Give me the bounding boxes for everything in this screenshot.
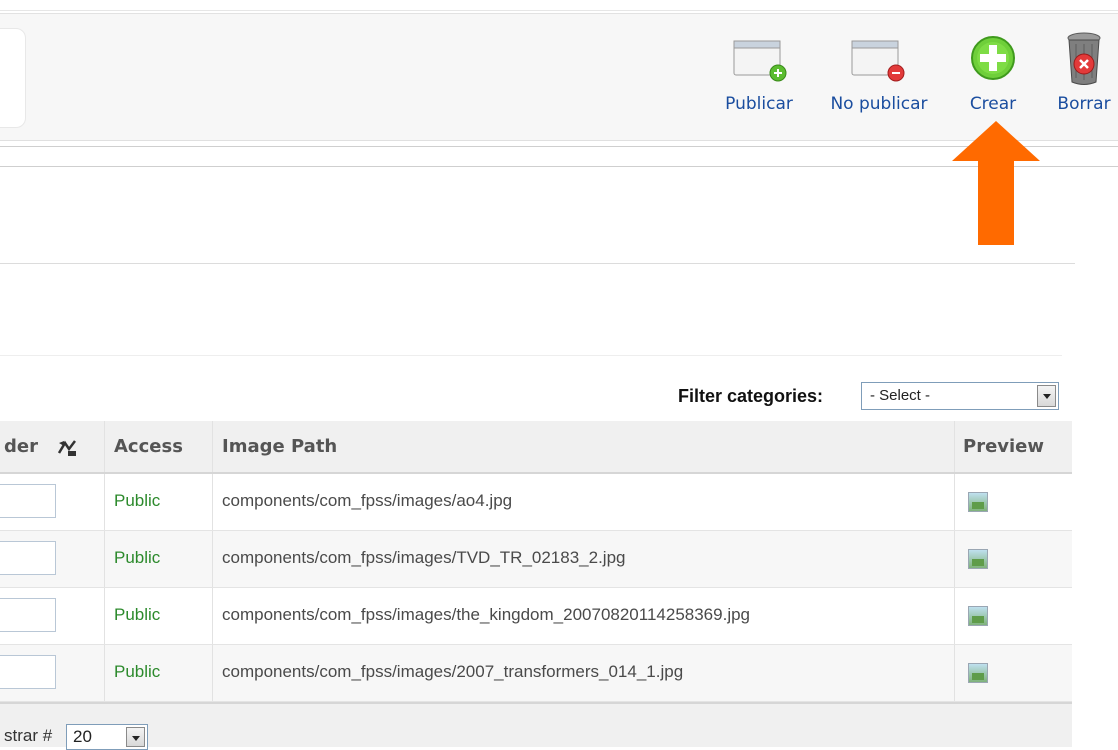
publish-label: Publicar xyxy=(725,94,793,114)
delete-label: Borrar xyxy=(1057,94,1111,114)
image-preview-icon[interactable] xyxy=(968,549,988,569)
chevron-down-icon[interactable] xyxy=(1037,385,1056,407)
order-input[interactable] xyxy=(0,598,56,632)
image-preview-icon[interactable] xyxy=(968,606,988,626)
order-input[interactable] xyxy=(0,484,56,518)
access-value[interactable]: Public xyxy=(114,548,160,568)
access-value[interactable]: Public xyxy=(114,491,160,511)
divider xyxy=(0,166,1118,167)
publish-button[interactable]: Publicar xyxy=(718,32,800,122)
delete-button[interactable]: Borrar xyxy=(1050,32,1118,122)
unpublish-icon xyxy=(851,40,905,82)
order-header-label: der xyxy=(4,436,38,457)
access-value[interactable]: Public xyxy=(114,662,160,682)
unpublish-label: No publicar xyxy=(830,94,928,114)
display-limit-value: 20 xyxy=(73,727,92,746)
toolbar: Publicar No publicar Crear Borrar xyxy=(0,13,1118,141)
order-input[interactable] xyxy=(0,655,56,689)
table-row[interactable]: Public components/com_fpss/images/the_ki… xyxy=(0,588,1072,645)
image-path-column-header[interactable]: Image Path xyxy=(222,436,337,457)
display-limit-select[interactable]: 20 xyxy=(66,724,148,750)
preview-column-header[interactable]: Preview xyxy=(963,436,1044,457)
order-column-header[interactable]: der xyxy=(4,436,38,457)
toolbar-left-panel xyxy=(0,28,26,128)
divider xyxy=(0,355,1062,356)
image-path-value: components/com_fpss/images/the_kingdom_2… xyxy=(222,605,751,624)
trash-icon xyxy=(1067,32,1101,85)
annotation-arrow xyxy=(952,121,1040,245)
table-header: der Access Image Path Preview xyxy=(0,421,1072,474)
top-divider xyxy=(0,10,1118,11)
image-path-value: components/com_fpss/images/ao4.jpg xyxy=(222,491,513,510)
access-column-header[interactable]: Access xyxy=(114,436,183,457)
order-input[interactable] xyxy=(0,541,56,575)
table-footer: strar # 20 xyxy=(0,702,1072,750)
table-row[interactable]: Public components/com_fpss/images/ao4.jp… xyxy=(0,474,1072,531)
image-path-value: components/com_fpss/images/TVD_TR_02183_… xyxy=(222,548,626,567)
divider xyxy=(0,263,1075,264)
image-path-value: components/com_fpss/images/2007_transfor… xyxy=(222,662,684,681)
create-button[interactable]: Crear xyxy=(960,32,1026,122)
image-preview-icon[interactable] xyxy=(968,492,988,512)
save-order-icon[interactable] xyxy=(56,438,78,458)
filter-categories-select[interactable]: - Select - xyxy=(861,382,1059,410)
table-row[interactable]: Public components/com_fpss/images/2007_t… xyxy=(0,645,1072,702)
publish-icon xyxy=(733,40,787,82)
create-label: Crear xyxy=(969,94,1017,114)
filter-categories-label: Filter categories: xyxy=(678,386,824,406)
divider xyxy=(0,146,1118,147)
display-limit-label: strar # xyxy=(4,726,53,745)
image-preview-icon[interactable] xyxy=(968,663,988,683)
new-icon xyxy=(971,36,1015,80)
table-row[interactable]: Public components/com_fpss/images/TVD_TR… xyxy=(0,531,1072,588)
access-value[interactable]: Public xyxy=(114,605,160,625)
unpublish-button[interactable]: No publicar xyxy=(824,32,934,122)
chevron-down-icon[interactable] xyxy=(126,727,145,747)
filter-selected-value: - Select - xyxy=(870,387,931,404)
